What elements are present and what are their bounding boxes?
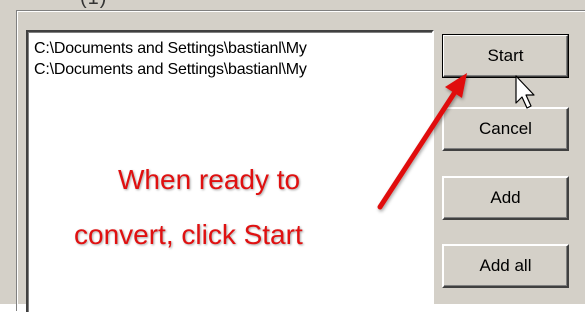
converter-panel: (1) C:\Documents and Settings\bastianl\M… bbox=[0, 0, 585, 312]
mouse-cursor-icon bbox=[515, 75, 535, 109]
annotation-overlay bbox=[377, 73, 535, 210]
arrow-icon bbox=[377, 73, 467, 210]
